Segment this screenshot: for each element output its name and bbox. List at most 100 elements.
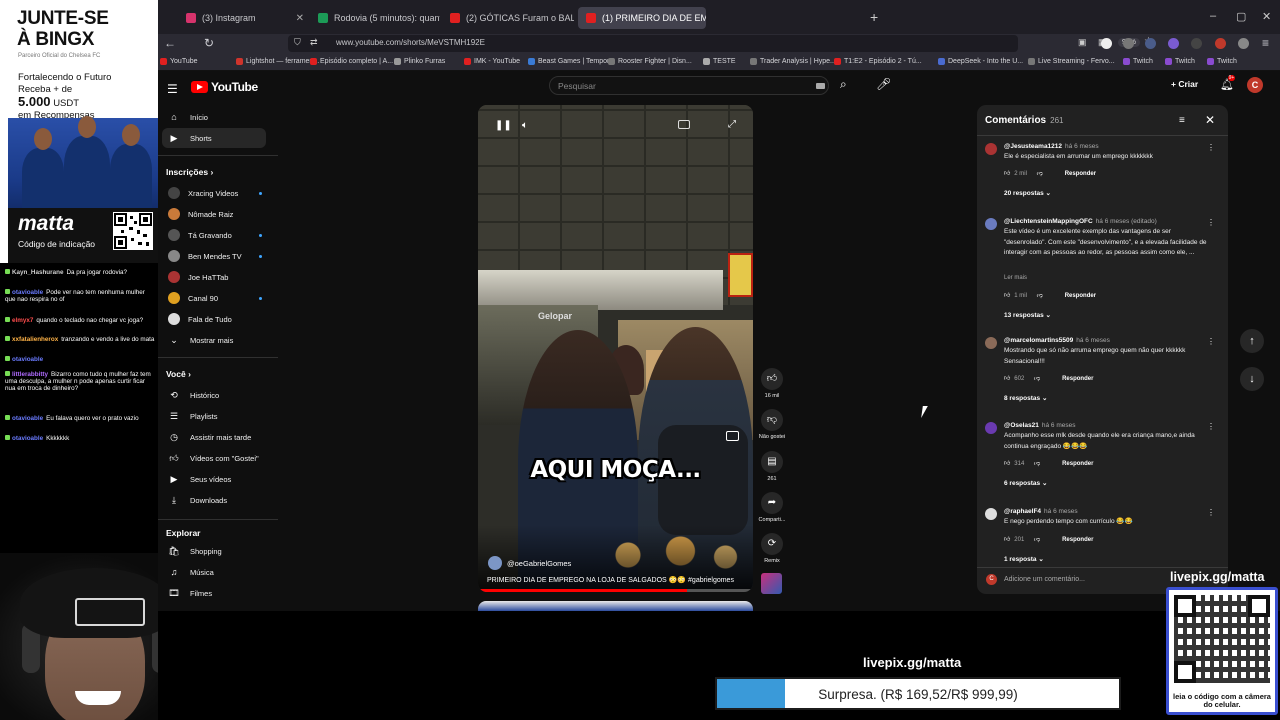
dislike-button[interactable]: 👎︎ Não gostei <box>759 409 785 440</box>
sidebar-item[interactable]: ◷ Assistir mais tarde <box>162 427 266 447</box>
bookmark-item[interactable]: Twitch <box>1123 58 1153 65</box>
comment-author[interactable]: @LiechtensteinMappingOFC há 6 meses (edit… <box>1004 218 1157 225</box>
account-avatar[interactable]: C <box>1247 77 1263 93</box>
thumbs-up-icon[interactable]: 👍︎ <box>1004 171 1010 177</box>
bookmark-item[interactable]: TESTE <box>703 58 736 65</box>
shield-icon[interactable]: ⛉ <box>294 37 301 48</box>
sidebar-subscription[interactable]: Ben Mendes TV <box>162 246 266 266</box>
address-bar[interactable]: ⛉ ⇄ www.youtube.com/shorts/MeVSTMH192E ▣… <box>288 35 1153 52</box>
comment-author[interactable]: @marcelomartins5509 há 6 meses <box>1004 337 1110 344</box>
commenter-avatar[interactable] <box>985 218 997 230</box>
bookmark-item[interactable]: Beast Games | Tempor... <box>528 58 615 65</box>
new-tab-icon[interactable]: + <box>870 9 878 25</box>
back-icon[interactable]: ← <box>164 36 176 50</box>
bookmark-item[interactable]: Episódio completo | A... <box>310 58 393 65</box>
extension-icon[interactable] <box>1123 38 1134 49</box>
comment-more-icon[interactable]: ⋮ <box>1207 422 1215 431</box>
thumbs-down-icon[interactable]: 👎︎ <box>1035 171 1043 177</box>
sidebar-item[interactable]: ☰ Playlists <box>162 406 266 426</box>
comments-button[interactable]: ▤ 261 <box>761 451 783 482</box>
close-icon[interactable]: ✕ <box>1205 113 1215 127</box>
comment-more-icon[interactable]: ⋮ <box>1207 143 1215 152</box>
comment-input[interactable]: Adicione um comentário... <box>1004 576 1085 583</box>
volume-icon[interactable]: 🔈︎ <box>522 120 528 131</box>
pause-icon[interactable]: ❚❚ <box>495 120 512 131</box>
extension-icon[interactable] <box>1215 38 1226 49</box>
bookmark-item[interactable]: T1:E2 - Episódio 2 - Tú... <box>834 58 922 65</box>
create-button[interactable]: + Criar <box>1171 79 1198 89</box>
sidebar-subscription[interactable]: Xracing Videos <box>162 183 266 203</box>
bookmark-item[interactable]: Live Streaming - Fervo... <box>1028 58 1115 65</box>
reply-button[interactable]: Responder <box>1065 171 1096 177</box>
sidebar-item[interactable]: ⟲ Histórico <box>162 385 266 405</box>
comment-more-icon[interactable]: ⋮ <box>1207 218 1215 227</box>
short-video-player[interactable]: Gelopar AQUI MOÇA... ❚❚ 🔈︎ ⤢ @oeGabrielG… <box>478 105 753 592</box>
commenter-avatar[interactable] <box>985 508 997 520</box>
tab-primeiro-dia[interactable]: (1) PRIMEIRO DIA DE EMPR ✕ <box>578 7 706 29</box>
video-progress-bar[interactable] <box>478 589 753 592</box>
comment-author[interactable]: @raphaelF4 há 6 meses <box>1004 508 1078 515</box>
thumbs-down-icon[interactable]: 👎︎ <box>1032 461 1040 467</box>
reload-icon[interactable]: ↻ <box>204 36 214 50</box>
view-replies-button[interactable]: 6 respostas ⌄ <box>1004 479 1047 487</box>
youtube-logo[interactable]: YouTube <box>191 80 258 94</box>
maximize-icon[interactable]: ▢ <box>1236 10 1246 23</box>
extension-icon[interactable] <box>1101 38 1112 49</box>
thumbs-down-icon[interactable]: 👎︎ <box>1032 537 1040 543</box>
bookmark-item[interactable]: Lightshot — ferramen... <box>236 58 319 65</box>
comment-more-icon[interactable]: ⋮ <box>1207 508 1215 517</box>
view-replies-button[interactable]: 1 resposta ⌄ <box>1004 555 1044 563</box>
bookmark-item[interactable]: Rooster Fighter | Disn... <box>608 58 692 65</box>
sound-thumbnail[interactable] <box>761 573 782 594</box>
sidebar-subscription[interactable]: Nômade Raiz <box>162 204 266 224</box>
like-button[interactable]: 👍︎ 16 mil <box>761 368 783 399</box>
search-icon[interactable]: ⌕ <box>840 77 847 92</box>
reply-button[interactable]: Responder <box>1062 461 1093 467</box>
tab-rodovia[interactable]: Rodovia (5 minutos): quantos c ✕ <box>310 7 440 29</box>
sidebar-subscription[interactable]: Fala de Tudo <box>162 309 266 329</box>
read-more-link[interactable]: Ler mais <box>1004 275 1027 281</box>
hamburger-menu-icon[interactable]: ☰ <box>167 82 178 96</box>
fullscreen-icon[interactable]: ⤢ <box>728 119 736 130</box>
menu-icon[interactable]: ≡ <box>1262 36 1269 50</box>
commenter-avatar[interactable] <box>985 422 997 434</box>
video-title[interactable]: PRIMEIRO DIA DE EMPREGO NA LOJA DE SALGA… <box>487 576 747 584</box>
reply-button[interactable]: Responder <box>1065 293 1096 299</box>
bookmark-item[interactable]: YouTube <box>160 58 198 65</box>
url-text[interactable]: www.youtube.com/shorts/MeVSTMH192E <box>336 38 485 47</box>
show-more-button[interactable]: ⌄ Mostrar mais <box>162 330 266 350</box>
sidebar-item-shorts[interactable]: ▶ Shorts <box>162 128 266 148</box>
microphone-icon[interactable]: 🎤︎ <box>876 77 891 91</box>
minimize-icon[interactable]: – <box>1210 10 1216 22</box>
commenter-avatar[interactable] <box>985 337 997 349</box>
thumbs-down-icon[interactable]: 👎︎ <box>1035 293 1043 299</box>
sidebar-item[interactable]: ♫ Música <box>162 562 266 582</box>
sidebar-subscription[interactable]: Joe HaTTab <box>162 267 266 287</box>
thumbs-up-icon[interactable]: 👍︎ <box>1004 376 1010 382</box>
sidebar-subscription[interactable]: Canal 90 <box>162 288 266 308</box>
extension-icon[interactable] <box>1191 38 1202 49</box>
sidebar-item[interactable]: ▶ Seus vídeos <box>162 469 266 489</box>
channel-avatar[interactable] <box>488 556 502 570</box>
sidebar-item-inicio[interactable]: ⌂ Início <box>162 107 266 127</box>
thumbs-up-icon[interactable]: 👍︎ <box>1004 293 1010 299</box>
bookmark-item[interactable]: Twitch <box>1165 58 1195 65</box>
sidebar-item[interactable]: 🛍︎ Shopping <box>162 541 266 561</box>
extension-icon[interactable] <box>1238 38 1249 49</box>
comment-author[interactable]: @Jesusteama1212 há 6 meses <box>1004 143 1099 150</box>
you-heading[interactable]: Você › <box>166 369 191 379</box>
sort-icon[interactable]: ≡ <box>1179 115 1185 126</box>
extension-icon[interactable] <box>1168 38 1179 49</box>
tab-goticas[interactable]: (2) GÓTICAS Furam o BALÃO e ✕ <box>442 7 574 29</box>
extension-icon[interactable] <box>1145 38 1156 49</box>
view-replies-button[interactable]: 8 respostas ⌄ <box>1004 394 1047 402</box>
bookmark-item[interactable]: Trader Analysis | Hype... <box>750 58 836 65</box>
picture-in-picture-icon[interactable] <box>726 431 739 441</box>
sidebar-item[interactable]: 🎞︎ Filmes <box>162 583 266 603</box>
view-replies-button[interactable]: 20 respostas ⌄ <box>1004 189 1051 197</box>
sidebar-subscription[interactable]: Tá Gravando <box>162 225 266 245</box>
bookmark-item[interactable]: Twitch <box>1207 58 1237 65</box>
reply-button[interactable]: Responder <box>1062 376 1093 382</box>
close-tab-icon[interactable]: ✕ <box>290 13 304 24</box>
bookmark-item[interactable]: IMK - YouTube <box>464 58 520 65</box>
